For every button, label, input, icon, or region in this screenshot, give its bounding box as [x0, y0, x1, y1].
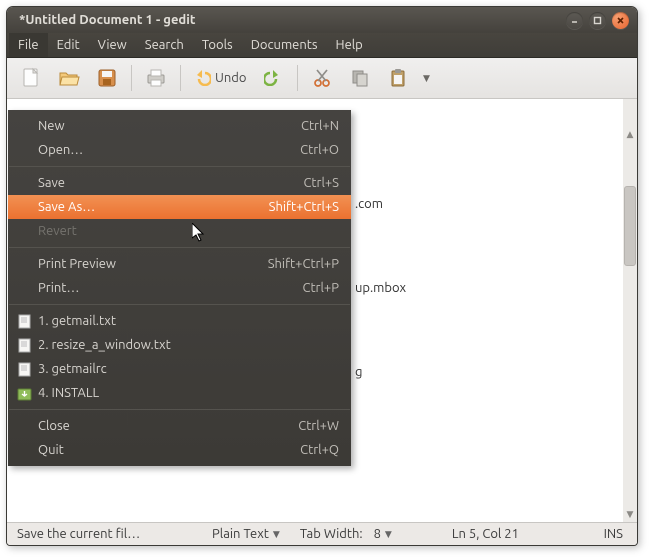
menu-search[interactable]: Search	[136, 33, 193, 57]
document-icon	[16, 361, 32, 377]
file-menu-dropdown: NewCtrl+NOpen…Ctrl+OSaveCtrl+SSave As…Sh…	[8, 110, 351, 466]
tabwidth-selector[interactable]: Tab Width: 8▼	[290, 523, 402, 545]
menuitem-shortcut: Ctrl+P	[302, 281, 339, 295]
redo-icon	[264, 70, 282, 86]
undo-button[interactable]: Undo	[187, 62, 253, 94]
document-new-icon	[21, 67, 41, 89]
scrollbar-thumb[interactable]	[624, 186, 636, 266]
menuitem-label: 3. getmailrc	[38, 362, 339, 376]
maximize-button[interactable]	[589, 12, 606, 29]
menuitem-label: 1. getmail.txt	[38, 314, 339, 328]
menuitem-shortcut: Shift+Ctrl+S	[269, 200, 339, 214]
paste-button[interactable]	[380, 62, 416, 94]
redo-button[interactable]	[255, 62, 291, 94]
copy-icon	[350, 68, 370, 88]
package-icon	[16, 385, 32, 401]
vertical-scrollbar[interactable]: ▲ ▼	[623, 99, 637, 522]
menu-tools[interactable]: Tools	[193, 33, 242, 57]
menuitem-label: New	[38, 119, 301, 133]
menuitem-label: 2. resize_a_window.txt	[38, 338, 339, 352]
copy-button[interactable]	[342, 62, 378, 94]
menuitem-label: Open…	[38, 143, 300, 157]
menuitem-2-resize-a-window-txt[interactable]: 2. resize_a_window.txt	[8, 333, 351, 357]
menuitem-label: Close	[38, 419, 298, 433]
folder-open-icon	[58, 68, 80, 88]
menu-separator	[9, 409, 350, 410]
open-file-button[interactable]	[51, 62, 87, 94]
new-file-button[interactable]	[13, 62, 49, 94]
menuitem-1-getmail-txt[interactable]: 1. getmail.txt	[8, 309, 351, 333]
gedit-window: *Untitled Document 1 - gedit File Edit V…	[6, 6, 638, 546]
menuitem-save[interactable]: SaveCtrl+S	[8, 171, 351, 195]
menu-view[interactable]: View	[89, 33, 136, 57]
toolbar-separator	[297, 65, 298, 91]
menuitem-label: Revert	[38, 224, 339, 238]
scissors-icon	[313, 68, 331, 88]
document-icon	[16, 313, 32, 329]
menuitem-shortcut: Ctrl+S	[303, 176, 339, 190]
toolbar-overflow-button[interactable]: ▼	[418, 62, 436, 94]
menu-separator	[9, 304, 350, 305]
menuitem-3-getmailrc[interactable]: 3. getmailrc	[8, 357, 351, 381]
menuitem-label: Print Preview	[38, 257, 268, 271]
menuitem-label: Print…	[38, 281, 302, 295]
statusbar: Save the current fil… Plain Text▼ Tab Wi…	[7, 522, 637, 545]
print-button[interactable]	[138, 62, 174, 94]
menuitem-open[interactable]: Open…Ctrl+O	[8, 138, 351, 162]
menuitem-label: Quit	[38, 443, 300, 457]
menuitem-shortcut: Ctrl+O	[300, 143, 339, 157]
menubar: File Edit View Search Tools Documents He…	[7, 33, 637, 58]
menuitem-shortcut: Ctrl+W	[298, 419, 339, 433]
menuitem-4-install[interactable]: 4. INSTALL	[8, 381, 351, 405]
menuitem-label: Save As…	[38, 200, 269, 214]
menu-file[interactable]: File	[9, 33, 48, 57]
insert-mode[interactable]: INS	[604, 527, 623, 541]
menuitem-shortcut: Shift+Ctrl+P	[268, 257, 339, 271]
toolbar-separator	[180, 65, 181, 91]
menuitem-shortcut: Ctrl+Q	[300, 443, 339, 457]
menuitem-label: Save	[38, 176, 303, 190]
menuitem-print-preview[interactable]: Print PreviewShift+Ctrl+P	[8, 252, 351, 276]
undo-icon	[193, 70, 211, 86]
cursor-position: Ln 5, Col 21	[452, 527, 519, 541]
menu-separator	[9, 166, 350, 167]
save-file-button[interactable]	[89, 62, 125, 94]
menu-documents[interactable]: Documents	[242, 33, 327, 57]
undo-label: Undo	[215, 71, 247, 85]
scroll-down-arrow-icon[interactable]: ▼	[623, 507, 637, 522]
status-hint: Save the current fil…	[17, 527, 140, 541]
menuitem-close[interactable]: CloseCtrl+W	[8, 414, 351, 438]
document-icon	[16, 337, 32, 353]
menuitem-save-as[interactable]: Save As…Shift+Ctrl+S	[8, 195, 351, 219]
mouse-cursor	[192, 223, 208, 248]
menu-separator	[9, 247, 350, 248]
menuitem-shortcut: Ctrl+N	[301, 119, 339, 133]
toolbar: Undo ▼	[7, 58, 637, 99]
paste-icon	[388, 68, 408, 88]
syntax-selector[interactable]: Plain Text▼	[202, 523, 290, 545]
menuitem-revert: Revert	[8, 219, 351, 243]
close-button[interactable]	[612, 12, 629, 29]
chevron-down-icon: ▼	[273, 529, 280, 540]
menu-edit[interactable]: Edit	[48, 33, 89, 57]
minimize-button[interactable]	[566, 12, 583, 29]
scroll-up-arrow-icon[interactable]: ▲	[623, 127, 637, 142]
chevron-down-icon: ▼	[423, 73, 430, 84]
toolbar-separator	[131, 65, 132, 91]
menuitem-label: 4. INSTALL	[38, 386, 339, 400]
save-icon	[97, 68, 117, 88]
chevron-down-icon: ▼	[385, 529, 392, 540]
cut-button[interactable]	[304, 62, 340, 94]
menuitem-new[interactable]: NewCtrl+N	[8, 114, 351, 138]
titlebar[interactable]: *Untitled Document 1 - gedit	[7, 7, 637, 33]
menuitem-print[interactable]: Print…Ctrl+P	[8, 276, 351, 300]
window-title: *Untitled Document 1 - gedit	[15, 13, 566, 27]
menuitem-quit[interactable]: QuitCtrl+Q	[8, 438, 351, 462]
menu-help[interactable]: Help	[327, 33, 372, 57]
printer-icon	[145, 68, 167, 88]
